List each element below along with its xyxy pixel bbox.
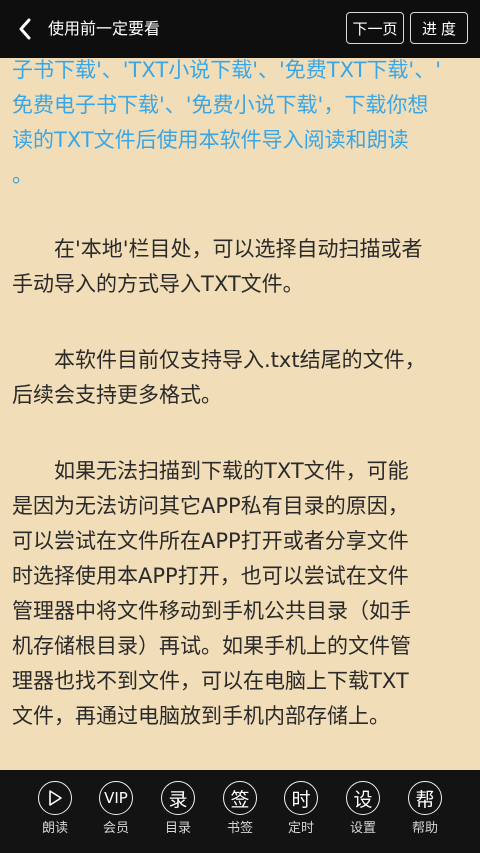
catalog-button[interactable]: 录 目录 [150, 781, 206, 847]
catalog-icon: 录 [161, 781, 195, 815]
timer-icon: 时 [284, 781, 318, 815]
progress-button[interactable]: 进度 [410, 12, 468, 44]
toolbar-label: 定时 [287, 821, 314, 836]
paragraph-local-import: 在'本地'栏目处，可以选择自动扫描或者 手动导入的方式导入TXT文件。 [12, 232, 470, 302]
vip-button[interactable]: VIP 会员 [88, 781, 144, 847]
text-line: 是因为无法访问其它APP私有目录的原因， [12, 494, 409, 518]
toolbar-label: 设置 [349, 821, 376, 836]
text-line: 机存储根目录）再试。如果手机上的文件管 [12, 634, 411, 658]
text-line: 子书下载'、'TXT小说下载'、'免费TXT下载'、' [12, 58, 441, 82]
back-arrow-icon [19, 18, 31, 40]
text-line: 本软件目前仅支持导入.txt结尾的文件， [12, 348, 426, 372]
text-line: 。 [12, 163, 33, 187]
text-line: 手动导入的方式导入TXT文件。 [12, 272, 304, 296]
play-icon [38, 781, 72, 815]
help-icon: 帮 [408, 781, 442, 815]
toolbar-label: 会员 [102, 821, 129, 836]
top-bar: 使用前一定要看 下一页 进度 [0, 0, 480, 58]
toolbar-label: 书签 [226, 821, 253, 836]
text-line: 在'本地'栏目处，可以选择自动扫描或者 [12, 237, 423, 261]
page-title: 使用前一定要看 [48, 19, 161, 38]
text-line: 免费电子书下载'、'免费小说下载'，下载你想 [12, 93, 429, 117]
reading-content[interactable]: 子书下载'、'TXT小说下载'、'免费TXT下载'、' 免费电子书下载'、'免费… [0, 58, 480, 770]
vip-icon: VIP [99, 781, 133, 815]
text-line: 可以尝试在文件所在APP打开或者分享文件 [12, 529, 409, 553]
bottom-toolbar: 朗读 VIP 会员 录 目录 签 书签 时 定时 设 设置 帮 帮助 [0, 770, 480, 853]
text-line: 如果无法扫描到下载的TXT文件，可能 [12, 459, 409, 483]
bookmark-icon: 签 [223, 781, 257, 815]
toolbar-label: 帮助 [411, 821, 438, 836]
text-line: 时选择使用本APP打开，也可以尝试在文件 [12, 564, 409, 588]
text-line: 文件，再通过电脑放到手机内部存储上。 [12, 704, 390, 728]
bookmark-button[interactable]: 签 书签 [212, 781, 268, 847]
next-page-button[interactable]: 下一页 [346, 12, 404, 44]
text-line: 理器也找不到文件，可以在电脑上下载TXT [12, 669, 409, 693]
read-aloud-button[interactable]: 朗读 [27, 781, 83, 847]
toolbar-label: 朗读 [41, 821, 68, 836]
timer-button[interactable]: 时 定时 [273, 781, 329, 847]
paragraph-troubleshooting: 如果无法扫描到下载的TXT文件，可能 是因为无法访问其它APP私有目录的原因， … [12, 454, 470, 734]
toolbar-label: 目录 [164, 821, 191, 836]
link-paragraph[interactable]: 子书下载'、'TXT小说下载'、'免费TXT下载'、' 免费电子书下载'、'免费… [12, 58, 470, 193]
text-line: 管理器中将文件移动到手机公共目录（如手 [12, 599, 411, 623]
text-line: 后续会支持更多格式。 [12, 383, 222, 407]
help-button[interactable]: 帮 帮助 [397, 781, 453, 847]
back-button[interactable] [14, 17, 36, 41]
settings-button[interactable]: 设 设置 [335, 781, 391, 847]
settings-icon: 设 [346, 781, 380, 815]
paragraph-format-support: 本软件目前仅支持导入.txt结尾的文件， 后续会支持更多格式。 [12, 343, 470, 413]
text-line: 读的TXT文件后使用本软件导入阅读和朗读 [12, 128, 409, 152]
